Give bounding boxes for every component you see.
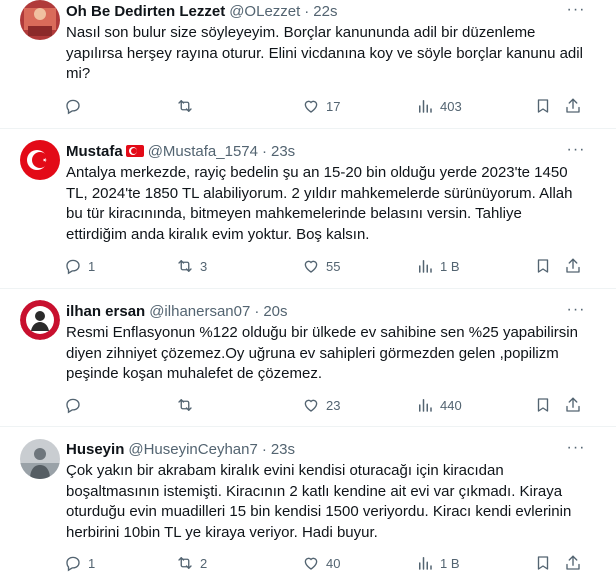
user-handle[interactable]: @OLezzet xyxy=(229,3,300,20)
share-button[interactable] xyxy=(564,96,582,116)
separator-dot: · xyxy=(261,142,267,160)
user-handle[interactable]: @Mustafa_1574 xyxy=(148,143,258,160)
bookmark-button[interactable] xyxy=(534,256,552,276)
share-button[interactable] xyxy=(564,395,582,415)
tweet-actions: 1 3 55 1 B xyxy=(64,256,584,276)
turkey-flag-icon xyxy=(125,145,144,157)
view-count: 1 B xyxy=(440,555,460,571)
view-count: 440 xyxy=(440,397,462,413)
like-count: 23 xyxy=(326,397,341,413)
retweet-icon xyxy=(178,260,192,272)
timestamp[interactable]: 23s xyxy=(271,143,295,160)
reply-button[interactable]: 1 xyxy=(64,256,95,276)
reply-icon xyxy=(66,556,80,572)
avatar[interactable] xyxy=(20,0,60,40)
avatar[interactable] xyxy=(20,140,60,180)
avatar[interactable] xyxy=(20,439,60,479)
display-name[interactable]: Huseyin xyxy=(66,441,124,458)
display-name[interactable]: Mustafa xyxy=(66,143,123,160)
views-chart-icon xyxy=(419,260,432,273)
tweet[interactable]: Huseyin @HuseyinCeyhan7 · 23s ··· Çok ya… xyxy=(0,427,616,578)
bookmark-icon xyxy=(537,259,549,273)
share-button[interactable] xyxy=(564,256,582,276)
share-button[interactable] xyxy=(564,553,582,573)
bookmark-icon xyxy=(537,556,549,570)
display-name[interactable]: ilhan ersan xyxy=(66,303,145,320)
tweet-actions: 23 440 xyxy=(64,395,584,415)
views-button[interactable]: 403 xyxy=(416,96,462,116)
bookmark-button[interactable] xyxy=(534,395,552,415)
views-chart-icon xyxy=(419,399,432,412)
tweet-text: Nasıl son bulur size söyleyeyim. Borçlar… xyxy=(66,24,583,82)
bookmark-button[interactable] xyxy=(534,553,552,573)
views-chart-icon xyxy=(419,100,432,113)
timestamp[interactable]: 23s xyxy=(271,441,295,458)
more-options-icon[interactable]: ··· xyxy=(566,300,586,320)
retweet-icon xyxy=(178,100,192,112)
retweet-count: 2 xyxy=(200,555,208,571)
separator-dot: · xyxy=(254,302,260,320)
share-icon xyxy=(566,98,580,113)
like-button[interactable]: 40 xyxy=(302,553,340,573)
timestamp[interactable]: 20s xyxy=(263,303,287,320)
reply-button[interactable] xyxy=(64,395,88,415)
retweet-button[interactable] xyxy=(176,395,200,415)
more-options-icon[interactable]: ··· xyxy=(566,438,586,458)
tweet[interactable]: Mustafa @Mustafa_1574 · 23s ··· Antalya … xyxy=(0,129,616,289)
reply-button[interactable]: 1 xyxy=(64,553,95,573)
share-icon xyxy=(566,397,580,412)
separator-dot: · xyxy=(304,2,310,20)
tweet-text: Çok yakın bir akrabam kiralık evini kend… xyxy=(66,462,572,541)
retweet-icon xyxy=(178,557,192,569)
heart-icon xyxy=(304,260,318,273)
user-handle[interactable]: @HuseyinCeyhan7 xyxy=(128,441,257,458)
retweet-icon xyxy=(178,399,192,411)
reply-button[interactable] xyxy=(64,96,88,116)
retweet-count: 3 xyxy=(200,258,208,274)
views-chart-icon xyxy=(419,557,432,570)
like-count: 40 xyxy=(326,555,341,571)
share-icon xyxy=(566,258,580,273)
reply-count: 1 xyxy=(88,555,96,571)
tweet[interactable]: Oh Be Dedirten Lezzet @OLezzet · 22s ···… xyxy=(0,0,616,129)
more-options-icon[interactable]: ··· xyxy=(566,0,586,20)
like-button[interactable]: 23 xyxy=(302,395,340,415)
tweet-text: Antalya merkezde, rayiç bedelin şu an 15… xyxy=(66,164,573,243)
heart-icon xyxy=(304,399,318,412)
reply-count: 1 xyxy=(88,258,96,274)
tweet-actions: 1 2 40 1 B xyxy=(64,553,584,573)
reply-icon xyxy=(66,99,80,115)
view-count: 403 xyxy=(440,98,462,114)
views-button[interactable]: 1 B xyxy=(416,256,460,276)
bookmark-icon xyxy=(537,99,549,113)
heart-icon xyxy=(304,100,318,113)
more-options-icon[interactable]: ··· xyxy=(566,140,586,160)
tweet-actions: 17 403 xyxy=(64,96,584,116)
view-count: 1 B xyxy=(440,258,460,274)
like-count: 17 xyxy=(326,98,341,114)
retweet-button[interactable]: 2 xyxy=(176,553,207,573)
tweet[interactable]: ilhan ersan @ilhanersan07 · 20s ··· Resm… xyxy=(0,289,616,427)
timestamp[interactable]: 22s xyxy=(313,3,337,20)
reply-icon xyxy=(66,398,80,414)
separator-dot: · xyxy=(261,440,267,458)
avatar[interactable] xyxy=(20,300,60,340)
share-icon xyxy=(566,555,580,570)
user-handle[interactable]: @ilhanersan07 xyxy=(149,303,250,320)
reply-icon xyxy=(66,259,80,275)
bookmark-button[interactable] xyxy=(534,96,552,116)
like-button[interactable]: 55 xyxy=(302,256,340,276)
heart-icon xyxy=(304,557,318,570)
like-count: 55 xyxy=(326,258,341,274)
bookmark-icon xyxy=(537,398,549,412)
like-button[interactable]: 17 xyxy=(302,96,340,116)
views-button[interactable]: 1 B xyxy=(416,553,460,573)
retweet-button[interactable] xyxy=(176,96,200,116)
tweet-feed: Oh Be Dedirten Lezzet @OLezzet · 22s ···… xyxy=(0,0,616,578)
tweet-text: Resmi Enflasyonun %122 olduğu bir ülkede… xyxy=(66,324,578,382)
views-button[interactable]: 440 xyxy=(416,395,462,415)
display-name[interactable]: Oh Be Dedirten Lezzet xyxy=(66,3,225,20)
retweet-button[interactable]: 3 xyxy=(176,256,207,276)
